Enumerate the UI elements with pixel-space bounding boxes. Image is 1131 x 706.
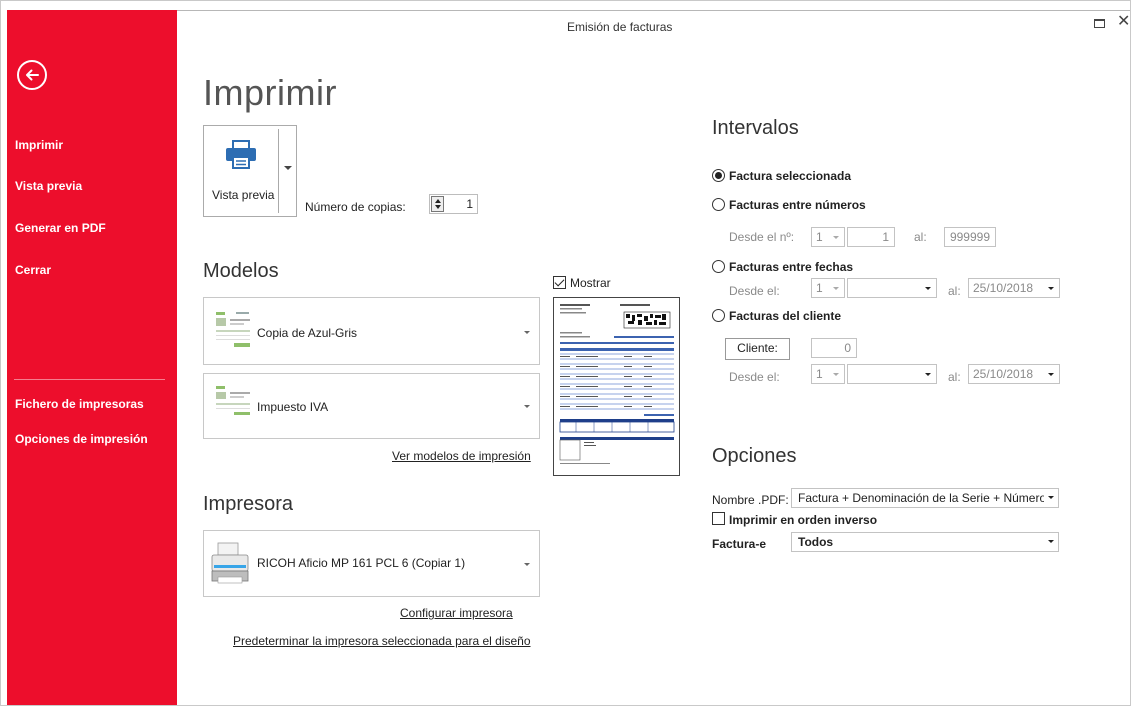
sidebar-item-opciones-impresion[interactable]: Opciones de impresión [15, 432, 148, 446]
radio-client-invoices-label: Facturas del cliente [729, 309, 842, 323]
print-button-label: Vista previa [212, 188, 275, 202]
pdf-name-value: Factura + Denominación de la Serie + Núm… [798, 491, 1047, 505]
copies-value: 1 [466, 197, 473, 211]
radio-selected-invoice-label: Factura seleccionada [729, 169, 852, 183]
client-series-select[interactable]: 1 [811, 364, 845, 384]
radio-selected-invoice[interactable] [712, 169, 725, 182]
show-preview-checkbox[interactable] [553, 276, 566, 289]
to-number-label: al: [914, 230, 927, 244]
reverse-order-label: Imprimir en orden inverso [729, 513, 878, 527]
chevron-down-icon [524, 563, 530, 566]
reverse-order-checkbox[interactable] [712, 512, 725, 525]
printer-device-icon [210, 541, 250, 588]
efactura-value: Todos [798, 535, 834, 549]
set-default-printer-link[interactable]: Predeterminar la impresora seleccionada … [233, 634, 531, 648]
to-number-input[interactable]: 999999 [944, 227, 996, 247]
from-number-input[interactable]: 1 [847, 227, 895, 247]
radio-client-invoices[interactable] [712, 309, 725, 322]
printer-heading: Impresora [203, 493, 294, 515]
window-title: Emisión de facturas [567, 20, 673, 34]
sidebar-item-generar-pdf[interactable]: Generar en PDF [15, 221, 106, 235]
client-to-date-value: 25/10/2018 [973, 367, 1034, 381]
intervals-heading: Intervalos [712, 117, 799, 139]
models-heading: Modelos [203, 260, 279, 282]
to-date-select[interactable]: 25/10/2018 [968, 278, 1060, 298]
number-series-value: 1 [816, 230, 823, 244]
maximize-icon[interactable] [1094, 19, 1105, 28]
options-heading: Opciones [712, 445, 797, 467]
client-button[interactable]: Cliente: [725, 338, 790, 360]
back-arrow-icon[interactable] [17, 60, 47, 90]
sidebar: Imprimir Vista previa Generar en PDF Cer… [7, 10, 177, 706]
radio-invoice-dates-label: Facturas entre fechas [729, 260, 854, 274]
view-models-link[interactable]: Ver modelos de impresión [392, 449, 531, 463]
from-number-value: 1 [882, 230, 889, 244]
model-select-1[interactable]: Copia de Azul-Gris [203, 297, 540, 365]
from-number-label: Desde el nº: [729, 230, 795, 244]
chevron-down-icon [1044, 489, 1058, 507]
printer-select[interactable]: RICOH Aficio MP 161 PCL 6 (Copiar 1) [203, 530, 540, 597]
chevron-down-icon [524, 405, 530, 408]
client-from-date-select[interactable] [847, 364, 937, 384]
model-label: Impuesto IVA [257, 400, 329, 414]
from-date-label: Desde el: [729, 284, 780, 298]
radio-invoice-numbers[interactable] [712, 198, 725, 211]
dates-series-value: 1 [816, 281, 823, 295]
client-value: 0 [844, 341, 851, 355]
chevron-down-icon [1044, 533, 1058, 551]
client-to-date-select[interactable]: 25/10/2018 [968, 364, 1060, 384]
model-label: Copia de Azul-Gris [257, 326, 358, 340]
to-date-label: al: [948, 284, 961, 298]
chevron-down-icon [524, 331, 530, 334]
sidebar-item-fichero-impresoras[interactable]: Fichero de impresoras [15, 397, 144, 411]
from-date-select[interactable] [847, 278, 937, 298]
client-input[interactable]: 0 [811, 338, 857, 358]
page-title: Imprimir [203, 72, 337, 113]
client-from-date-label: Desde el: [729, 370, 780, 384]
split-divider [278, 129, 279, 213]
printer-name: RICOH Aficio MP 161 PCL 6 (Copiar 1) [257, 556, 466, 570]
sidebar-divider [14, 379, 165, 380]
model-select-2[interactable]: Impuesto IVA [203, 373, 540, 439]
client-to-date-label: al: [948, 370, 961, 384]
print-preview-button[interactable]: Vista previa [203, 125, 297, 217]
close-icon[interactable]: ✕ [1117, 14, 1130, 30]
dates-series-select[interactable]: 1 [811, 278, 845, 298]
radio-invoice-numbers-label: Facturas entre números [729, 198, 866, 212]
to-date-value: 25/10/2018 [973, 281, 1034, 295]
sidebar-item-imprimir[interactable]: Imprimir [15, 138, 63, 152]
configure-printer-link[interactable]: Configurar impresora [400, 606, 513, 620]
model-thumbnail [214, 384, 252, 421]
client-series-value: 1 [816, 367, 823, 381]
sidebar-item-cerrar[interactable]: Cerrar [15, 263, 51, 277]
pdf-name-select[interactable]: Factura + Denominación de la Serie + Núm… [791, 488, 1059, 508]
sidebar-item-vista-previa[interactable]: Vista previa [15, 179, 82, 193]
invoice-preview-image [553, 297, 680, 476]
to-number-value: 999999 [949, 230, 990, 244]
efactura-label: Factura-e [712, 537, 767, 551]
radio-invoice-dates[interactable] [712, 260, 725, 273]
chevron-down-icon[interactable] [284, 166, 292, 170]
pdf-name-label: Nombre .PDF: [712, 493, 789, 507]
efactura-select[interactable]: Todos [791, 532, 1059, 552]
model-thumbnail [214, 310, 252, 355]
title-bar-divider [177, 10, 1131, 11]
printer-icon [224, 140, 258, 173]
number-series-select[interactable]: 1 [811, 227, 845, 247]
copies-label: Número de copias: [305, 200, 406, 214]
copies-stepper[interactable]: 1 [429, 194, 478, 214]
show-preview-label: Mostrar [570, 276, 611, 290]
stepper-buttons[interactable] [431, 196, 444, 212]
